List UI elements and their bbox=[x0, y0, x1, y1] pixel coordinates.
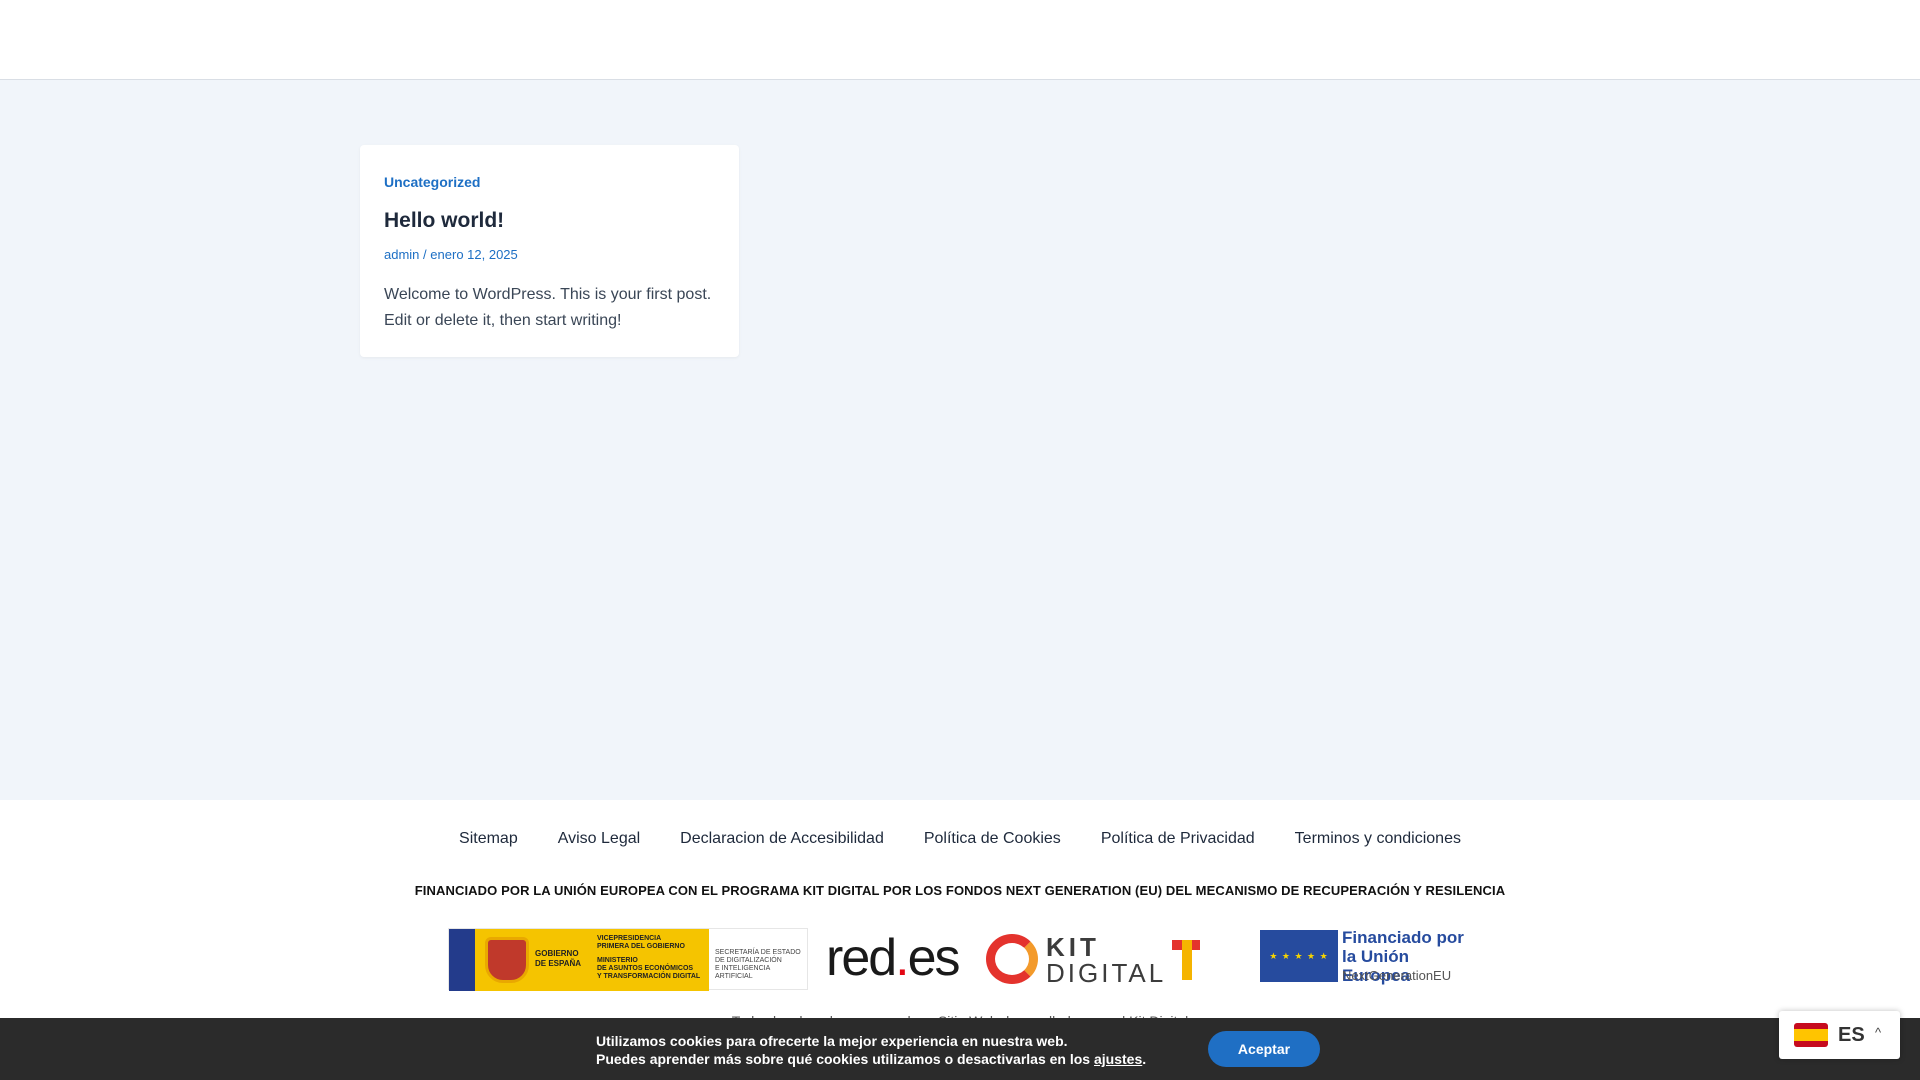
red-es-logo: red.es bbox=[826, 929, 961, 987]
footer-link-terminos[interactable]: Terminos y condiciones bbox=[1295, 830, 1461, 848]
cookie-message: Utilizamos cookies para ofrecerte la mej… bbox=[596, 1032, 1146, 1068]
ministerio-text: VICEPRESIDENCIA PRIMERA DEL GOBIERNO MIN… bbox=[597, 935, 700, 981]
footer-nav: Sitemap Aviso Legal Declaracion de Acces… bbox=[0, 830, 1920, 848]
eu-funding-logo: ★ ★ ★ ★ ★ Financiado por la Unión Europe… bbox=[1260, 928, 1474, 985]
prtr-stem bbox=[1182, 940, 1192, 980]
gobierno-text: GOBIERNO DE ESPAÑA bbox=[535, 949, 581, 969]
vice-line1: VICEPRESIDENCIA bbox=[597, 935, 662, 942]
accept-cookies-button[interactable]: Aceptar bbox=[1208, 1031, 1320, 1067]
redes-tld: es bbox=[907, 929, 961, 987]
cookie-settings-link[interactable]: ajustes bbox=[1094, 1051, 1142, 1067]
post-meta-separator: / bbox=[423, 247, 427, 262]
gobierno-line2: DE ESPAÑA bbox=[535, 959, 582, 968]
redes-main: red bbox=[826, 929, 897, 987]
language-switcher[interactable]: ES ^ bbox=[1779, 1011, 1900, 1059]
post-category-link[interactable]: Uncategorized bbox=[384, 174, 480, 190]
secretaria-line1: SECRETARÍA DE ESTADO bbox=[715, 949, 801, 956]
eu-stars-icon: ★ ★ ★ ★ ★ bbox=[1269, 951, 1329, 961]
chevron-up-icon: ^ bbox=[1875, 1025, 1882, 1040]
gobierno-flag-bar bbox=[449, 929, 475, 991]
post-date-link[interactable]: enero 12, 2025 bbox=[430, 247, 517, 262]
cookie-line2: Puedes aprender más sobre qué cookies ut… bbox=[596, 1050, 1146, 1068]
secretaria-line3: E INTELIGENCIA ARTIFICIAL bbox=[715, 965, 770, 980]
redes-dot: . bbox=[895, 929, 910, 987]
secretaria-line2: DE DIGITALIZACIÓN bbox=[715, 957, 782, 964]
post-title[interactable]: Hello world! bbox=[384, 209, 504, 233]
post-card: Uncategorized Hello world! admin / enero… bbox=[360, 145, 739, 357]
cookie-banner: Utilizamos cookies para ofrecerte la mej… bbox=[0, 1018, 1920, 1080]
language-code: ES bbox=[1838, 1024, 1865, 1046]
ministerio-line1: MINISTERIO bbox=[597, 957, 638, 964]
kit-digital-logo: KIT DIGITAL bbox=[986, 932, 1163, 988]
footer-link-accesibilidad[interactable]: Declaracion de Accesibilidad bbox=[680, 830, 884, 848]
post-meta: admin / enero 12, 2025 bbox=[384, 247, 518, 262]
post-excerpt: Welcome to WordPress. This is your first… bbox=[384, 286, 712, 329]
funding-logos: GOBIERNO DE ESPAÑA VICEPRESIDENCIA PRIME… bbox=[448, 928, 1474, 991]
footer-link-aviso-legal[interactable]: Aviso Legal bbox=[558, 830, 640, 848]
gobierno-line1: GOBIERNO bbox=[535, 949, 579, 958]
eu-line3: NextGenerationEU bbox=[1342, 968, 1452, 983]
prtr-logo-icon bbox=[1168, 936, 1228, 986]
cookie-line2-suffix: . bbox=[1142, 1051, 1147, 1067]
footer-link-privacidad[interactable]: Política de Privacidad bbox=[1101, 830, 1255, 848]
eu-line1: Financiado por bbox=[1342, 928, 1464, 947]
footer-link-sitemap[interactable]: Sitemap bbox=[459, 830, 518, 848]
spain-flag-icon bbox=[1794, 1023, 1828, 1047]
post-author-link[interactable]: admin bbox=[384, 247, 419, 262]
funding-notice: FINANCIADO POR LA UNIÓN EUROPEA CON EL P… bbox=[414, 883, 1506, 898]
kit-line2: DIGITAL bbox=[1046, 958, 1167, 988]
cookie-line1: Utilizamos cookies para ofrecerte la mej… bbox=[596, 1033, 1068, 1049]
vice-line2: PRIMERA DEL GOBIERNO bbox=[597, 943, 685, 950]
cookie-line2-prefix: Puedes aprender más sobre qué cookies ut… bbox=[596, 1051, 1094, 1067]
kit-digital-icon bbox=[986, 934, 1038, 984]
gobierno-espana-logo: GOBIERNO DE ESPAÑA VICEPRESIDENCIA PRIME… bbox=[448, 928, 808, 991]
site-header bbox=[0, 0, 1920, 80]
footer-link-cookies[interactable]: Política de Cookies bbox=[924, 830, 1061, 848]
ministerio-line3: Y TRANSFORMACIÓN DIGITAL bbox=[597, 973, 701, 980]
secretaria-text: SECRETARÍA DE ESTADO DE DIGITALIZACIÓN E… bbox=[715, 949, 807, 981]
ministerio-line2: DE ASUNTOS ECONÓMICOS bbox=[597, 965, 694, 972]
coat-of-arms-icon bbox=[485, 937, 529, 983]
